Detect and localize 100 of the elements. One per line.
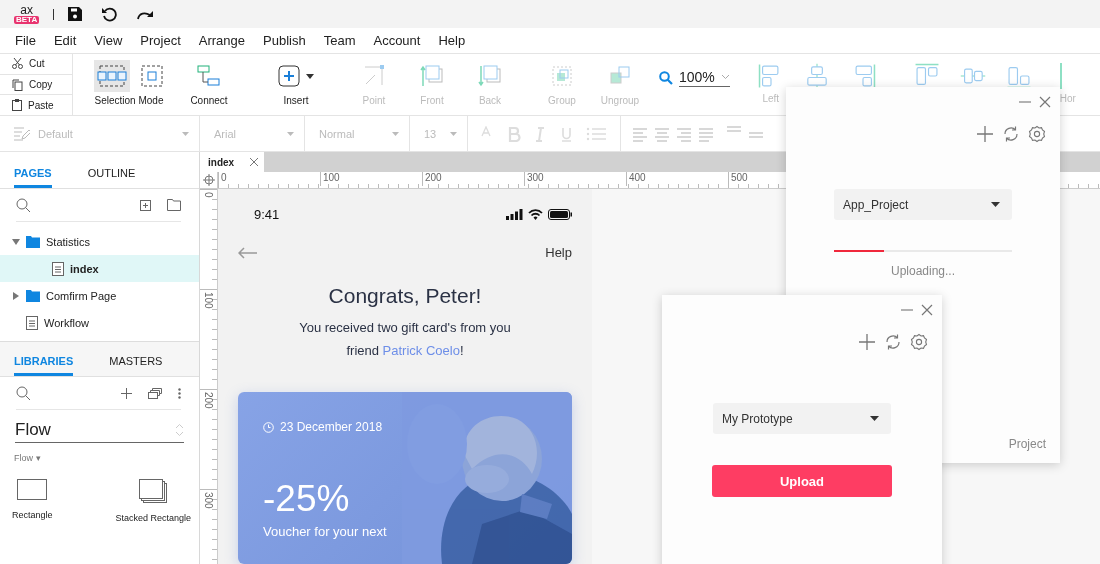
widget-label: Stacked Rectangle <box>115 513 191 523</box>
plus-icon[interactable] <box>121 387 132 399</box>
clipboard-button[interactable]: Paste <box>0 95 72 115</box>
message-text: You received two gift card's from you friend Patrick Coelo! <box>298 319 512 360</box>
tool-label[interactable]: Insert <box>283 95 309 106</box>
status-time: 9:41 <box>254 206 280 222</box>
clock-icon <box>263 421 274 433</box>
document-tab[interactable]: index <box>200 152 265 172</box>
close-icon[interactable] <box>920 303 934 317</box>
chevron-icon[interactable] <box>720 73 730 80</box>
settings-icon[interactable] <box>910 333 928 351</box>
bring-front-icon <box>420 64 444 88</box>
menu-item[interactable]: Project <box>131 33 190 48</box>
voucher-description: Voucher for your next <box>263 524 388 539</box>
distribute-icon <box>1059 63 1062 89</box>
upload-status: Uploading... <box>890 264 955 278</box>
menu-item[interactable]: Help <box>429 33 475 48</box>
search-icon <box>659 70 673 85</box>
refresh-icon[interactable] <box>884 333 902 351</box>
plus-icon[interactable] <box>858 333 876 351</box>
collapsed-caret-icon[interactable] <box>12 291 20 300</box>
help-link[interactable]: Help <box>545 245 572 260</box>
caret-icon[interactable] <box>306 73 314 79</box>
rectangle-widget-icon[interactable] <box>17 479 48 500</box>
ruler-label: 300 <box>202 492 214 509</box>
menu-item[interactable]: Team <box>314 33 365 48</box>
scissors-icon <box>12 58 23 70</box>
send-back-icon <box>478 64 502 88</box>
page-item[interactable]: Comfirm Page <box>0 282 199 309</box>
panel-tab[interactable]: PAGES <box>14 167 52 188</box>
close-icon[interactable] <box>1038 95 1052 109</box>
ruler-label: 0 <box>202 192 214 198</box>
library-group-label[interactable]: Flow ▾ <box>14 453 185 463</box>
refresh-icon[interactable] <box>1002 125 1020 143</box>
copy-icon[interactable] <box>148 387 162 399</box>
page-item[interactable]: Workflow <box>0 309 199 336</box>
expanded-caret-icon[interactable] <box>12 237 20 246</box>
clipboard-button[interactable]: Copy <box>0 74 72 96</box>
zoom-field[interactable]: 100% <box>679 68 730 87</box>
tool-label[interactable]: Connect <box>190 95 228 106</box>
crosshair-icon <box>202 174 215 186</box>
more-icon[interactable] <box>178 387 181 399</box>
app-logo: ax BETA <box>14 4 40 24</box>
ruler-label: 0 <box>218 172 320 186</box>
panel-tab[interactable]: OUTLINE <box>87 167 136 188</box>
ruler-label: 200 <box>422 172 524 186</box>
footer-label: Project <box>1008 437 1046 451</box>
close-icon[interactable] <box>250 158 259 166</box>
library-dropdown[interactable]: Flow <box>15 420 184 443</box>
folder-icon <box>26 235 40 248</box>
copy-icon <box>12 78 23 91</box>
selection-mode-icon[interactable] <box>94 60 130 92</box>
caret-icon[interactable] <box>991 202 1000 207</box>
ruler-label: 300 <box>524 172 626 186</box>
signal-icon <box>506 208 523 220</box>
back-arrow-icon[interactable] <box>238 246 258 259</box>
settings-icon[interactable] <box>1028 125 1046 143</box>
menu-item[interactable]: Arrange <box>189 33 255 48</box>
search-icon[interactable] <box>16 385 31 401</box>
clipboard-icon <box>12 99 22 112</box>
project-dropdown[interactable]: My Prototype <box>713 403 891 434</box>
style-icon <box>14 126 30 141</box>
menu-item[interactable]: Account <box>364 33 430 48</box>
page-icon <box>26 315 38 330</box>
widget-label: Rectangle <box>12 510 53 520</box>
menu-item[interactable]: Publish <box>254 33 315 48</box>
project-dropdown[interactable]: App_Project <box>834 189 1012 220</box>
ruler-label: 200 <box>202 392 214 409</box>
tool-label[interactable]: Selection Mode <box>94 95 164 106</box>
folder-icon <box>26 289 40 302</box>
stacked-rectangle-icon[interactable] <box>139 479 168 503</box>
page-item[interactable]: Statistics <box>0 228 199 255</box>
menu-item[interactable]: File <box>6 33 45 48</box>
battery-icon <box>548 208 572 220</box>
clipboard-button[interactable]: Cut <box>0 54 72 75</box>
folder-outline-icon[interactable] <box>167 199 181 211</box>
undo-icon[interactable] <box>102 6 118 22</box>
connector-icon <box>197 64 221 88</box>
page-item[interactable]: index <box>0 255 199 282</box>
panel-tab[interactable]: MASTERS <box>109 355 163 376</box>
plus-icon[interactable] <box>976 125 994 143</box>
point-icon <box>362 64 386 88</box>
search-icon[interactable] <box>16 197 31 213</box>
caret-icon[interactable] <box>870 416 879 421</box>
selection-box-icon[interactable] <box>140 64 164 88</box>
ruler-label: 100 <box>320 172 422 186</box>
menu-item[interactable]: View <box>85 33 132 48</box>
page-icon <box>52 261 64 276</box>
group-icon <box>550 64 574 88</box>
discount-value: -25% <box>263 478 351 520</box>
voucher-date: 23 December 2018 <box>280 420 383 434</box>
heading: Congrats, Peter! <box>327 284 483 308</box>
save-icon[interactable] <box>68 7 83 21</box>
wifi-icon <box>528 208 543 220</box>
add-page-icon[interactable] <box>140 199 151 211</box>
panel-tab[interactable]: LIBRARIES <box>14 355 74 376</box>
ruler-label: 100 <box>202 292 214 309</box>
insert-icon[interactable] <box>278 65 300 87</box>
menu-item[interactable]: Edit <box>44 33 86 48</box>
ruler-label: 400 <box>626 172 728 186</box>
